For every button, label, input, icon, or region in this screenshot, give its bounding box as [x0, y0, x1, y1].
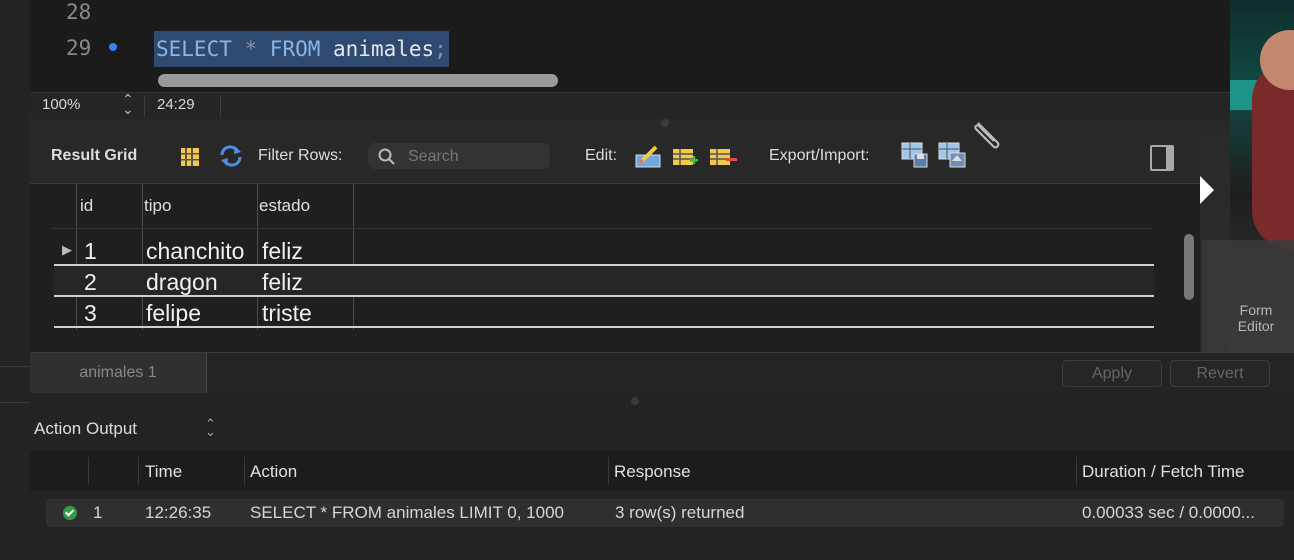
apply-button[interactable]: Apply — [1062, 360, 1162, 387]
result-toolbar: Result Grid Filter Rows: Edit: — [30, 119, 1230, 183]
splitter-handle[interactable] — [631, 397, 639, 405]
panel-expand-arrow-icon[interactable] — [1200, 176, 1214, 204]
log-duration: 0.00033 sec / 0.0000... — [1082, 503, 1255, 522]
toggle-panel-icon[interactable] — [1150, 145, 1174, 171]
editor-status-bar: 100% ⌃ ⌄ 24:29 — [30, 92, 1230, 119]
column-header-response[interactable]: Response — [614, 462, 691, 482]
sql-operator: * — [231, 37, 270, 61]
tab-animales-1[interactable]: animales 1 — [30, 353, 207, 393]
column-header-time[interactable]: Time — [145, 462, 182, 482]
column-header-action[interactable]: Action — [250, 462, 297, 482]
line-number: 28 — [66, 0, 92, 24]
revert-button[interactable]: Revert — [1170, 360, 1270, 387]
sql-keyword: SELECT — [156, 37, 232, 61]
zoom-stepper-icon[interactable]: ⌃ ⌄ — [122, 92, 134, 116]
output-selector-icon[interactable]: ⌃ ⌄ — [205, 417, 216, 438]
column-header-tipo[interactable]: tipo — [144, 196, 171, 216]
form-editor-label: Form Editor — [1237, 302, 1275, 334]
cell-id[interactable]: 3 — [84, 300, 97, 327]
sql-identifier: animales — [320, 37, 435, 61]
column-header-id[interactable]: id — [80, 196, 93, 216]
table-row[interactable]: 2 dragon feliz — [54, 266, 1154, 297]
cell-estado[interactable]: triste — [262, 300, 312, 327]
left-gutter — [0, 0, 30, 560]
horizontal-scrollbar[interactable] — [158, 74, 558, 87]
breakpoint-dot-icon[interactable] — [109, 43, 117, 51]
column-header-estado[interactable]: estado — [259, 196, 310, 216]
search-input[interactable] — [406, 147, 546, 167]
result-tab-bar: animales 1 Apply Revert — [30, 352, 1294, 393]
table-row[interactable]: 1 chanchito feliz — [54, 235, 1154, 266]
result-grid-title[interactable]: Result Grid — [51, 147, 137, 165]
zoom-level[interactable]: 100% — [42, 96, 80, 113]
action-output-title[interactable]: Action Output — [34, 419, 137, 439]
export-icon[interactable] — [900, 141, 930, 169]
sql-keyword: FROM — [269, 37, 321, 61]
sql-punctuation: ; — [434, 37, 447, 61]
attachment-icon — [974, 122, 1000, 149]
splitter-handle[interactable] — [661, 119, 669, 127]
add-row-icon[interactable] — [671, 145, 699, 169]
form-editor-button[interactable]: Form Editor — [1202, 240, 1294, 352]
sql-query-line[interactable]: SELECT * FROM animales; — [154, 31, 449, 67]
action-output-panel: Action Output ⌃ ⌄ Time Action Response Du… — [30, 393, 1294, 560]
cell-id[interactable]: 2 — [84, 269, 97, 296]
cell-tipo[interactable]: felipe — [146, 300, 201, 327]
success-check-icon — [63, 506, 77, 520]
search-icon — [378, 148, 395, 165]
action-output-header: Time Action Response Duration / Fetch Ti… — [30, 451, 1294, 491]
import-icon[interactable] — [937, 141, 967, 169]
log-action: SELECT * FROM animales LIMIT 0, 1000 — [250, 503, 564, 522]
cell-tipo[interactable]: chanchito — [146, 238, 244, 265]
search-box[interactable] — [368, 143, 550, 169]
export-import-label: Export/Import: — [769, 147, 870, 164]
edit-row-icon[interactable] — [634, 143, 662, 169]
result-grid[interactable]: id tipo estado ▶ 1 chanchito feliz 2 dra… — [30, 183, 1200, 354]
cell-tipo[interactable]: dragon — [146, 269, 218, 296]
cursor-position: 24:29 — [157, 96, 195, 113]
log-time: 12:26:35 — [145, 503, 212, 522]
line-number: 29 — [66, 36, 92, 60]
cell-id[interactable]: 1 — [84, 238, 97, 265]
log-index: 1 — [93, 503, 103, 522]
filter-rows-label: Filter Rows: — [258, 147, 343, 164]
cell-estado[interactable]: feliz — [262, 269, 303, 296]
cell-estado[interactable]: feliz — [262, 238, 303, 265]
sql-editor[interactable]: 28 29 SELECT * FROM animales; — [30, 0, 1230, 92]
delete-row-icon[interactable] — [708, 145, 738, 169]
table-row[interactable]: 3 felipe triste — [54, 297, 1154, 328]
column-toggle-icon[interactable] — [180, 147, 200, 167]
edit-label: Edit: — [585, 147, 618, 164]
log-response: 3 row(s) returned — [615, 503, 745, 522]
column-header-duration[interactable]: Duration / Fetch Time — [1082, 462, 1245, 482]
vertical-scrollbar[interactable] — [1184, 234, 1194, 300]
refresh-icon[interactable] — [218, 145, 244, 167]
action-log-row[interactable]: 1 12:26:35 SELECT * FROM animales LIMIT … — [46, 499, 1284, 527]
